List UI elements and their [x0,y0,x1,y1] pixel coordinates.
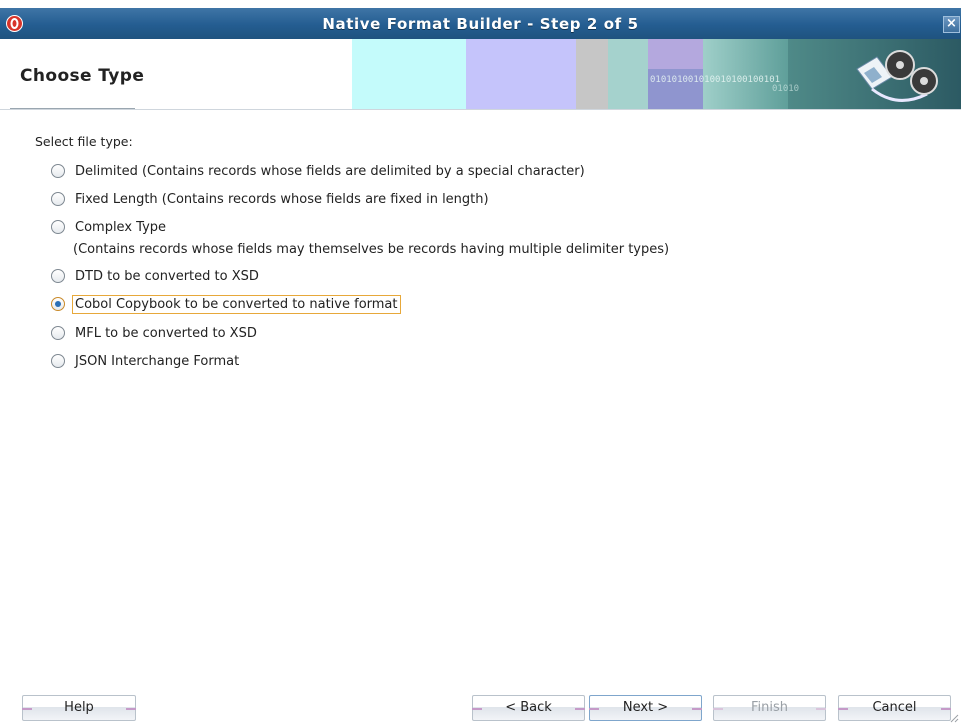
radio-mfl[interactable] [51,326,65,340]
next-button[interactable]: Next > [589,695,702,721]
option-complex-type-description: (Contains records whose fields may thems… [73,242,670,257]
back-button[interactable]: < Back [472,695,585,721]
svg-text:01010: 01010 [772,84,799,94]
wizard-header: Choose Type 010101001010010100100101 010… [0,39,961,110]
select-file-type-label: Select file type: [35,134,133,149]
window-titlebar: Native Format Builder - Step 2 of 5 × [0,8,961,39]
radio-fixed-length[interactable] [51,192,65,206]
option-complex-type[interactable]: Complex Type [51,217,169,237]
option-dtd-label: DTD to be converted to XSD [75,268,259,284]
cancel-button[interactable]: Cancel [838,695,951,721]
radio-dtd[interactable] [51,269,65,283]
option-cobol-copybook-label: Cobol Copybook to be converted to native… [72,294,401,314]
option-fixed-length-label: Fixed Length (Contains records whose fie… [75,191,489,207]
window-title: Native Format Builder - Step 2 of 5 [322,15,639,33]
finish-button: Finish [713,695,826,721]
option-fixed-length[interactable]: Fixed Length (Contains records whose fie… [51,189,492,209]
close-window-button[interactable]: × [943,16,960,33]
wizard-footer: Help < Back Next > Finish Cancel [0,690,961,725]
banner-art: 010101001010010100100101 01010 [352,39,961,109]
svg-text:010101001010010100100101: 010101001010010100100101 [650,75,780,85]
option-mfl-label: MFL to be converted to XSD [75,325,257,341]
choose-type-panel: Select file type: Delimited (Contains re… [0,110,961,680]
option-mfl[interactable]: MFL to be converted to XSD [51,323,260,343]
option-dtd[interactable]: DTD to be converted to XSD [51,266,262,286]
radio-delimited[interactable] [51,164,65,178]
radio-cobol-copybook[interactable] [51,297,65,311]
help-button[interactable]: Help [22,695,136,721]
option-cobol-copybook[interactable]: Cobol Copybook to be converted to native… [51,294,401,314]
option-delimited-label: Delimited (Contains records whose fields… [75,163,585,179]
option-complex-type-label: Complex Type [75,219,167,235]
header-divider [10,108,135,109]
header-banner-graphic: 010101001010010100100101 01010 [352,39,961,109]
option-json-label: JSON Interchange Format [75,353,240,369]
resize-grip-icon[interactable] [949,713,959,723]
option-delimited[interactable]: Delimited (Contains records whose fields… [51,161,588,181]
step-title: Choose Type [20,66,145,86]
option-json[interactable]: JSON Interchange Format [51,351,242,371]
radio-complex-type[interactable] [51,220,65,234]
radio-json[interactable] [51,354,65,368]
